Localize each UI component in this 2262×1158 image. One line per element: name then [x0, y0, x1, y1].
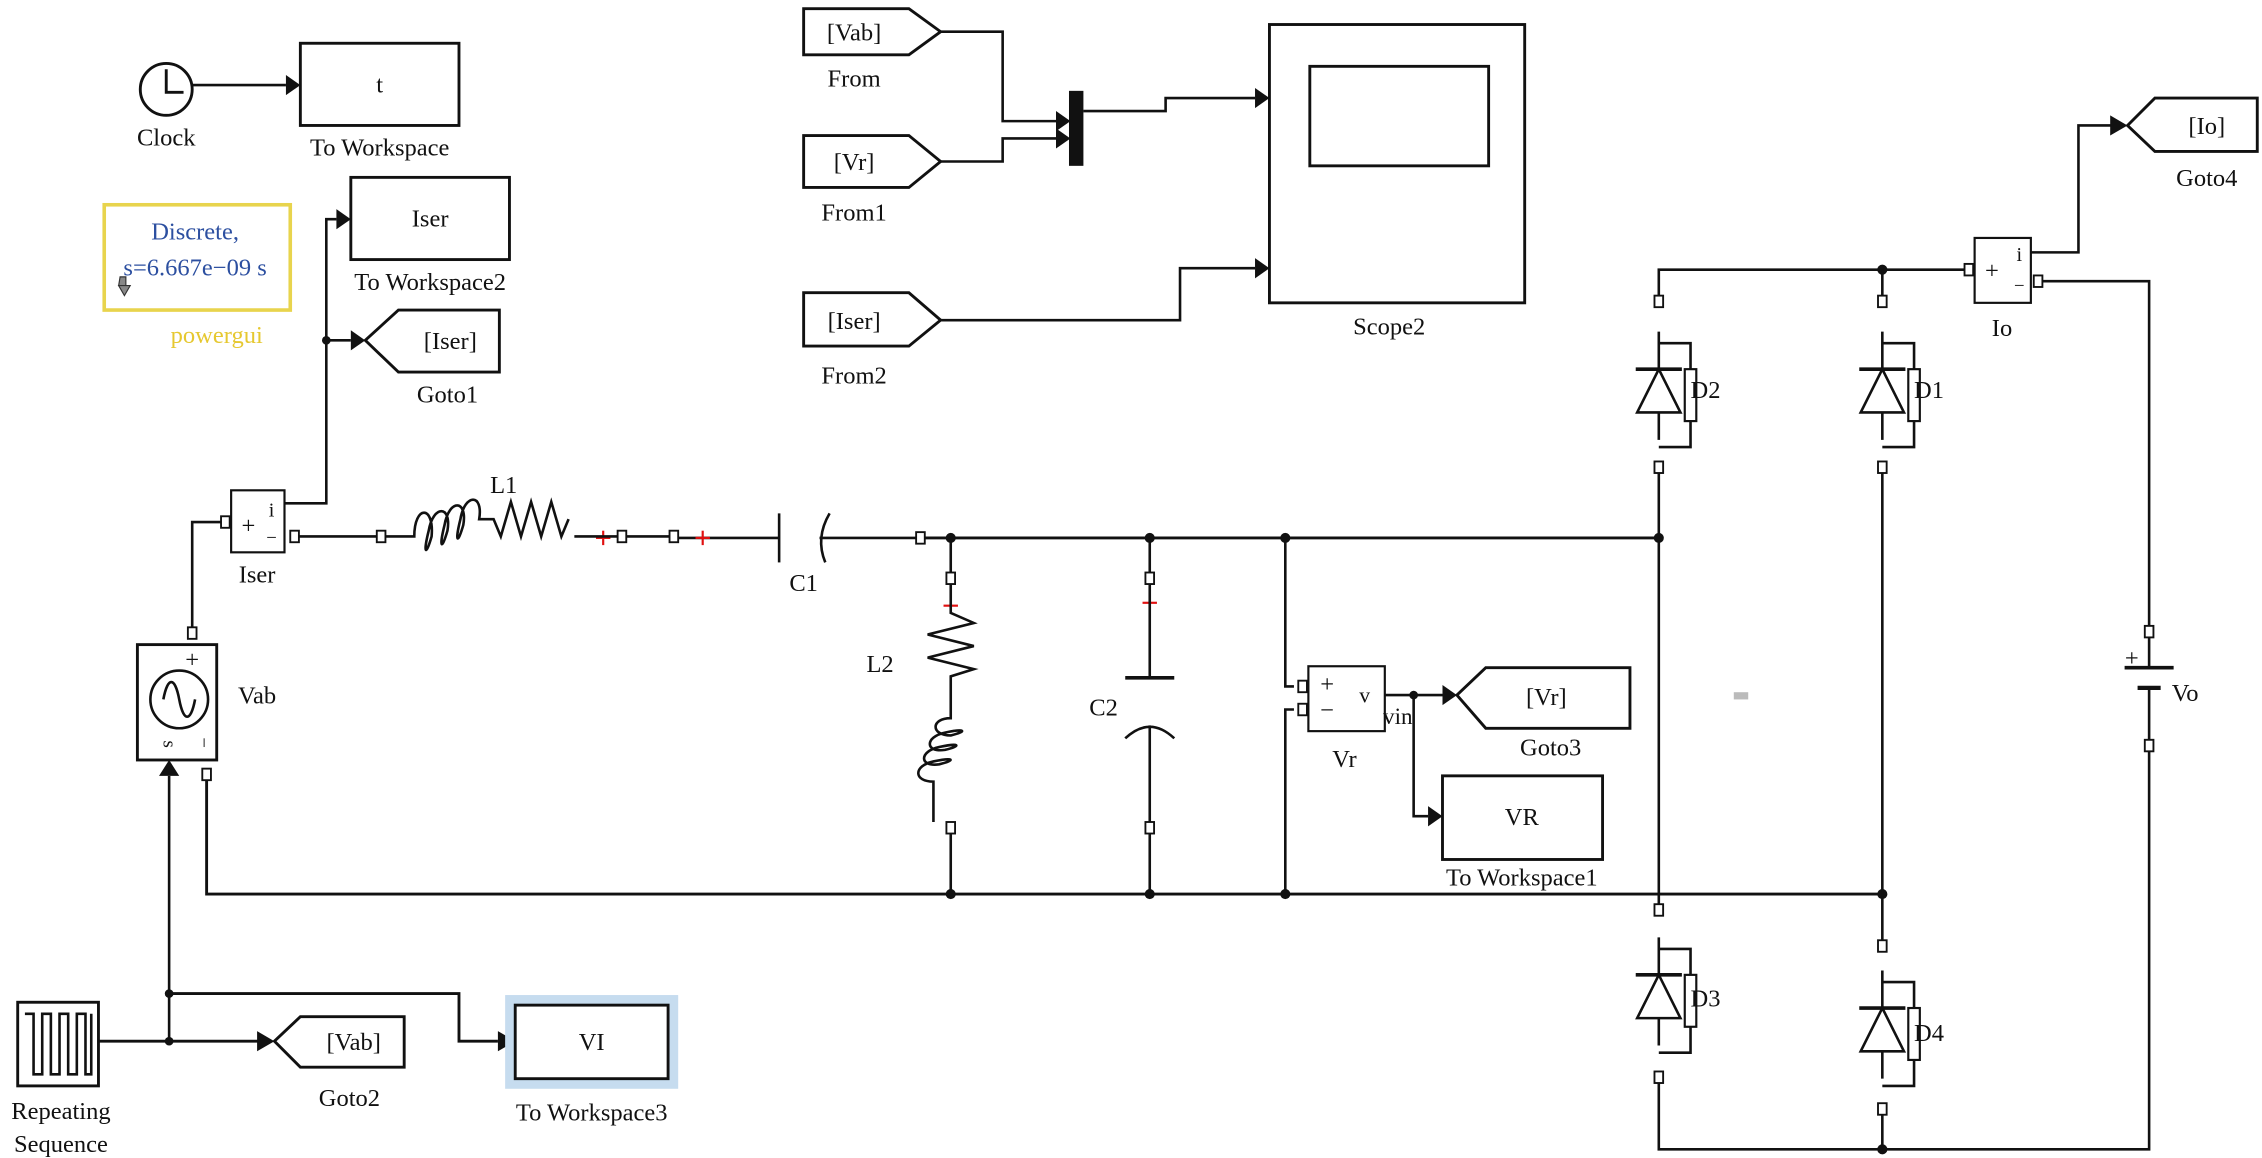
goto2-tag: [Vab] — [327, 1029, 381, 1056]
powergui-sample-time: s=6.667e−09 s — [123, 254, 266, 281]
scope2-block[interactable]: Scope2 — [1267, 23, 1527, 341]
l1-series-rl[interactable]: L1 — [385, 472, 611, 552]
output-label: i — [2017, 244, 2023, 266]
repeating-sequence-label: Repeating — [11, 1098, 110, 1125]
vab-label: Vab — [238, 683, 276, 710]
repeating-sequence-block[interactable]: Repeating Sequence — [11, 1000, 111, 1158]
vab-controlled-voltage-source[interactable]: + s − Vab — [135, 626, 276, 782]
to-workspace2-value: Iser — [412, 205, 449, 232]
plus-sign: + — [1320, 671, 1334, 698]
to-workspace-label: To Workspace — [310, 135, 450, 162]
diode-d1[interactable]: D1 — [1857, 294, 1944, 474]
from-label: From — [828, 66, 881, 93]
l2-label: L2 — [866, 651, 893, 678]
to-workspace1-value: VR — [1505, 804, 1540, 831]
from1-label: From1 — [821, 200, 886, 227]
to-workspace1-label: To Workspace1 — [1446, 864, 1598, 891]
d3-label: D3 — [1691, 986, 1721, 1013]
c2-label: C2 — [1089, 694, 1118, 721]
clock-block[interactable]: Clock — [137, 62, 196, 152]
output-label: v — [1359, 683, 1370, 707]
diode-d3[interactable]: D3 — [1633, 903, 1721, 1084]
goto3-tag: [Vr] — [1526, 684, 1567, 711]
d2-label: D2 — [1691, 377, 1721, 404]
io-label: Io — [1992, 315, 2012, 342]
plus-sign: + — [242, 513, 256, 540]
vr-label: Vr — [1332, 746, 1356, 773]
plus-sign: + — [1985, 257, 1999, 284]
scope-screen-icon — [1308, 64, 1491, 168]
signal-name-vin[interactable]: vin — [1383, 703, 1413, 729]
goto4-tag: [Io] — [2188, 113, 2225, 140]
to-workspace3-value: VI — [579, 1029, 605, 1056]
d4-label: D4 — [1914, 1020, 1944, 1047]
iser-current-measurement[interactable]: + i − Iser — [220, 489, 300, 589]
resize-handle-mark — [1733, 692, 1749, 700]
from2-block[interactable]: [Iser] From2 — [802, 291, 943, 390]
goto2-block[interactable]: [Vab] Goto2 — [272, 1015, 406, 1112]
vr-voltage-measurement[interactable]: + − v Vr — [1297, 665, 1386, 773]
from1-block[interactable]: [Vr] From1 — [802, 134, 943, 227]
powergui-label: powergui — [171, 322, 263, 349]
signal-input-label: s — [158, 740, 179, 747]
powergui-mode: Discrete, — [151, 218, 239, 245]
plus-sign: + — [185, 647, 199, 674]
plus-sign: + — [2125, 645, 2139, 672]
to-workspace2-label: To Workspace2 — [354, 269, 506, 296]
c2-capacitor[interactable]: C2 — [1089, 537, 1176, 895]
iser-label: Iser — [239, 562, 276, 589]
diode-d2[interactable]: D2 — [1633, 294, 1721, 474]
clock-label: Clock — [137, 125, 196, 152]
to-workspace2-block[interactable]: Iser To Workspace2 — [349, 175, 511, 296]
simulink-diagram: Clock t To Workspace Discrete, s=6.667e−… — [11, 7, 2259, 1158]
goto2-label: Goto2 — [319, 1085, 380, 1112]
minus-sign: − — [193, 737, 214, 748]
to-workspace3-block[interactable]: VI To Workspace3 — [505, 995, 679, 1127]
from1-tag: [Vr] — [834, 149, 875, 176]
l1-label: L1 — [490, 472, 517, 499]
goto3-label: Goto3 — [1520, 735, 1581, 762]
mux-block[interactable] — [1068, 90, 1084, 166]
repeating-sequence-label-2: Sequence — [14, 1131, 108, 1158]
io-current-measurement[interactable]: + i − Io — [1963, 236, 2044, 342]
powergui-block[interactable]: Discrete, s=6.667e−09 s powergui — [102, 202, 293, 349]
to-workspace3-label: To Workspace3 — [516, 1100, 668, 1127]
l2-shunt-rl[interactable]: L2 — [866, 537, 979, 895]
minus-sign: − — [266, 528, 277, 549]
c1-label: C1 — [789, 570, 818, 597]
from2-label: From2 — [821, 363, 886, 390]
c1-capacitor[interactable]: C1 — [678, 512, 917, 597]
from-block[interactable]: [Vab] From — [802, 7, 944, 93]
goto1-tag: [Iser] — [424, 328, 477, 355]
from-tag: [Vab] — [827, 19, 881, 46]
output-label: i — [269, 499, 275, 521]
d1-label: D1 — [1914, 377, 1944, 404]
minus-sign: − — [2014, 275, 2025, 296]
from2-tag: [Iser] — [828, 308, 881, 335]
scope2-label: Scope2 — [1353, 314, 1425, 341]
to-workspace-value: t — [376, 71, 383, 98]
goto1-block[interactable]: [Iser] Goto1 — [363, 308, 501, 408]
diode-d4[interactable]: D4 — [1857, 939, 1944, 1116]
vo-label: Vo — [2172, 680, 2199, 707]
goto1-label: Goto1 — [417, 381, 478, 408]
goto4-label: Goto4 — [2176, 165, 2237, 192]
goto3-block[interactable]: [Vr] Goto3 — [1454, 666, 1632, 762]
minus-sign: − — [1320, 697, 1334, 724]
to-workspace1-block[interactable]: VR To Workspace1 — [1441, 774, 1605, 892]
goto4-block[interactable]: [Io] Goto4 — [2125, 96, 2259, 192]
vo-dc-voltage-source[interactable]: + Vo — [2124, 624, 2199, 753]
to-workspace-block[interactable]: t To Workspace — [298, 41, 461, 162]
